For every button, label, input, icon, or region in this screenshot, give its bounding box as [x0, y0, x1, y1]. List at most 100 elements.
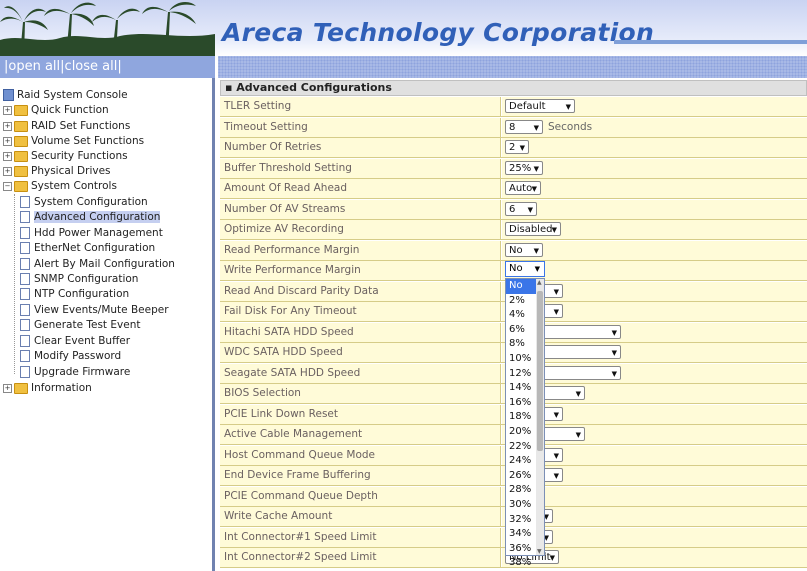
setting-value-cell: 6 ▼: [502, 199, 807, 219]
setting-value-cell: Disabled ▼: [502, 220, 807, 239]
chevron-down-icon: ▼: [533, 164, 539, 173]
tree-item-volume-set[interactable]: + Volume Set Functions: [3, 134, 144, 149]
dropdown-option[interactable]: 38%: [506, 556, 544, 571]
page-icon: [20, 227, 30, 239]
setting-select[interactable]: 2 ▼: [505, 140, 529, 154]
chevron-down-icon: ▼: [611, 369, 617, 378]
chevron-down-icon: ▼: [611, 349, 617, 357]
chevron-down-icon: ▼: [533, 246, 539, 255]
select-value: 2: [509, 142, 516, 153]
tree-item-security[interactable]: + Security Functions: [3, 149, 128, 164]
setting-label: PCIE Link Down Reset: [220, 404, 501, 424]
page-icon: [20, 366, 30, 378]
setting-value-cell: No ▼: [502, 261, 807, 280]
setting-value-cell: ▼: [502, 507, 807, 526]
setting-label: Read And Discard Parity Data: [220, 281, 501, 301]
tree-item-ethernet[interactable]: EtherNet Configuration: [20, 241, 155, 256]
setting-select[interactable]: 25% ▼: [505, 160, 543, 175]
chevron-down-icon: ▼: [565, 103, 571, 111]
settings-row: Timeout Setting 8 ▼ Seconds: [220, 117, 807, 138]
chevron-down-icon: ▼: [553, 410, 559, 419]
setting-value-cell: ▼: [502, 363, 807, 383]
tree-item-system-configuration[interactable]: System Configuration: [20, 195, 148, 210]
setting-select[interactable]: Default ▼: [505, 99, 575, 113]
tree-item-generate-test[interactable]: Generate Test Event: [20, 318, 140, 333]
setting-select[interactable]: Auto ▼: [505, 181, 541, 195]
setting-value-cell: ▼: [502, 322, 807, 342]
scroll-down-icon[interactable]: ▼: [537, 548, 542, 555]
expand-icon[interactable]: +: [3, 166, 12, 176]
chevron-down-icon: ▼: [553, 308, 559, 316]
setting-select[interactable]: 6 ▼: [505, 201, 537, 216]
tree-item-quick-function[interactable]: + Quick Function: [3, 103, 109, 118]
expand-icon[interactable]: +: [3, 121, 12, 131]
chevron-down-icon: ▼: [531, 185, 537, 193]
tree-item-ntp[interactable]: NTP Configuration: [20, 287, 129, 302]
select-value: 6: [509, 203, 516, 215]
tree-item-label: System Configuration: [34, 196, 148, 208]
tree-item-view-events[interactable]: View Events/Mute Beeper: [20, 303, 169, 318]
tree-item-label: Advanced Configuration: [34, 211, 161, 223]
setting-value-cell: No ▼: [502, 240, 807, 260]
setting-value-cell: d▼: [502, 404, 807, 424]
header-banner: Areca Technology Corporation: [0, 0, 807, 56]
tree-item-modify-password[interactable]: Modify Password: [20, 349, 121, 364]
settings-row: Number Of AV Streams 6 ▼: [220, 199, 807, 220]
select-value: Default: [509, 101, 546, 112]
close-all-link[interactable]: close all: [65, 59, 118, 74]
tree-item-label: Physical Drives: [31, 165, 111, 177]
dropdown-scrollbar[interactable]: ▲ ▼: [536, 279, 544, 555]
expand-icon[interactable]: +: [3, 151, 12, 161]
tree-item-system-controls[interactable]: − System Controls: [3, 179, 117, 194]
setting-select[interactable]: No ▼: [505, 242, 543, 257]
setting-value-cell: ▼: [502, 445, 807, 465]
tree-item-alert-mail[interactable]: Alert By Mail Configuration: [20, 257, 175, 272]
tree-item-snmp[interactable]: SNMP Configuration: [20, 272, 138, 287]
tree-root[interactable]: Raid System Console: [3, 88, 128, 103]
setting-select[interactable]: Disabled ▼: [505, 222, 561, 236]
page-icon: [20, 335, 30, 347]
setting-select[interactable]: 8 ▼: [505, 119, 543, 134]
scroll-up-icon[interactable]: ▲: [537, 279, 542, 286]
collapse-icon[interactable]: −: [3, 181, 12, 191]
chevron-down-icon: ▼: [533, 123, 539, 132]
tree-item-hdd-power[interactable]: Hdd Power Management: [20, 226, 163, 241]
title-underline: [614, 40, 807, 44]
setting-label: Number Of AV Streams: [220, 199, 501, 219]
write-performance-select-open[interactable]: No ▼: [505, 261, 545, 277]
tree-item-label: SNMP Configuration: [34, 273, 139, 285]
chevron-down-icon: ▼: [519, 144, 525, 152]
settings-row: Amount Of Read Ahead Auto ▼: [220, 179, 807, 199]
tree-item-clear-event[interactable]: Clear Event Buffer: [20, 334, 130, 349]
tree-item-label: Alert By Mail Configuration: [34, 258, 175, 270]
setting-label: Buffer Threshold Setting: [220, 158, 501, 178]
settings-row: TLER Setting Default ▼: [220, 97, 807, 117]
scrollbar-thumb[interactable]: [537, 291, 543, 451]
setting-label: Timeout Setting: [220, 117, 501, 137]
tree-item-upgrade-firmware[interactable]: Upgrade Firmware: [20, 365, 130, 380]
settings-row: Read Performance Margin No ▼: [220, 240, 807, 261]
folder-icon: [14, 120, 28, 132]
tree-item-label: NTP Configuration: [34, 288, 130, 300]
tree-item-label: View Events/Mute Beeper: [34, 304, 169, 316]
expand-icon[interactable]: +: [3, 105, 12, 115]
expand-icon[interactable]: +: [3, 136, 12, 146]
setting-label: WDC SATA HDD Speed: [220, 343, 501, 362]
chevron-down-icon: ▼: [575, 390, 581, 398]
setting-label: Number Of Retries: [220, 138, 501, 157]
tree-item-advanced-configuration[interactable]: Advanced Configuration: [20, 210, 161, 225]
tree-item-label: Security Functions: [31, 150, 128, 162]
chevron-down-icon: ▼: [527, 205, 533, 214]
expand-icon[interactable]: +: [3, 383, 12, 393]
tree-item-physical-drives[interactable]: + Physical Drives: [3, 164, 111, 179]
palm-trees-image: [0, 1, 215, 56]
tree-item-information[interactable]: + Information: [3, 381, 92, 396]
setting-value-cell: d▼: [502, 281, 807, 301]
folder-icon: [14, 382, 28, 394]
setting-label: Int Connector#1 Speed Limit: [220, 527, 501, 547]
setting-label: BIOS Selection: [220, 384, 501, 403]
open-all-link[interactable]: open all: [8, 59, 60, 74]
page-icon: [20, 196, 30, 208]
tree-item-raid-set[interactable]: + RAID Set Functions: [3, 119, 130, 134]
setting-value-cell: 2 ▼: [502, 138, 807, 157]
